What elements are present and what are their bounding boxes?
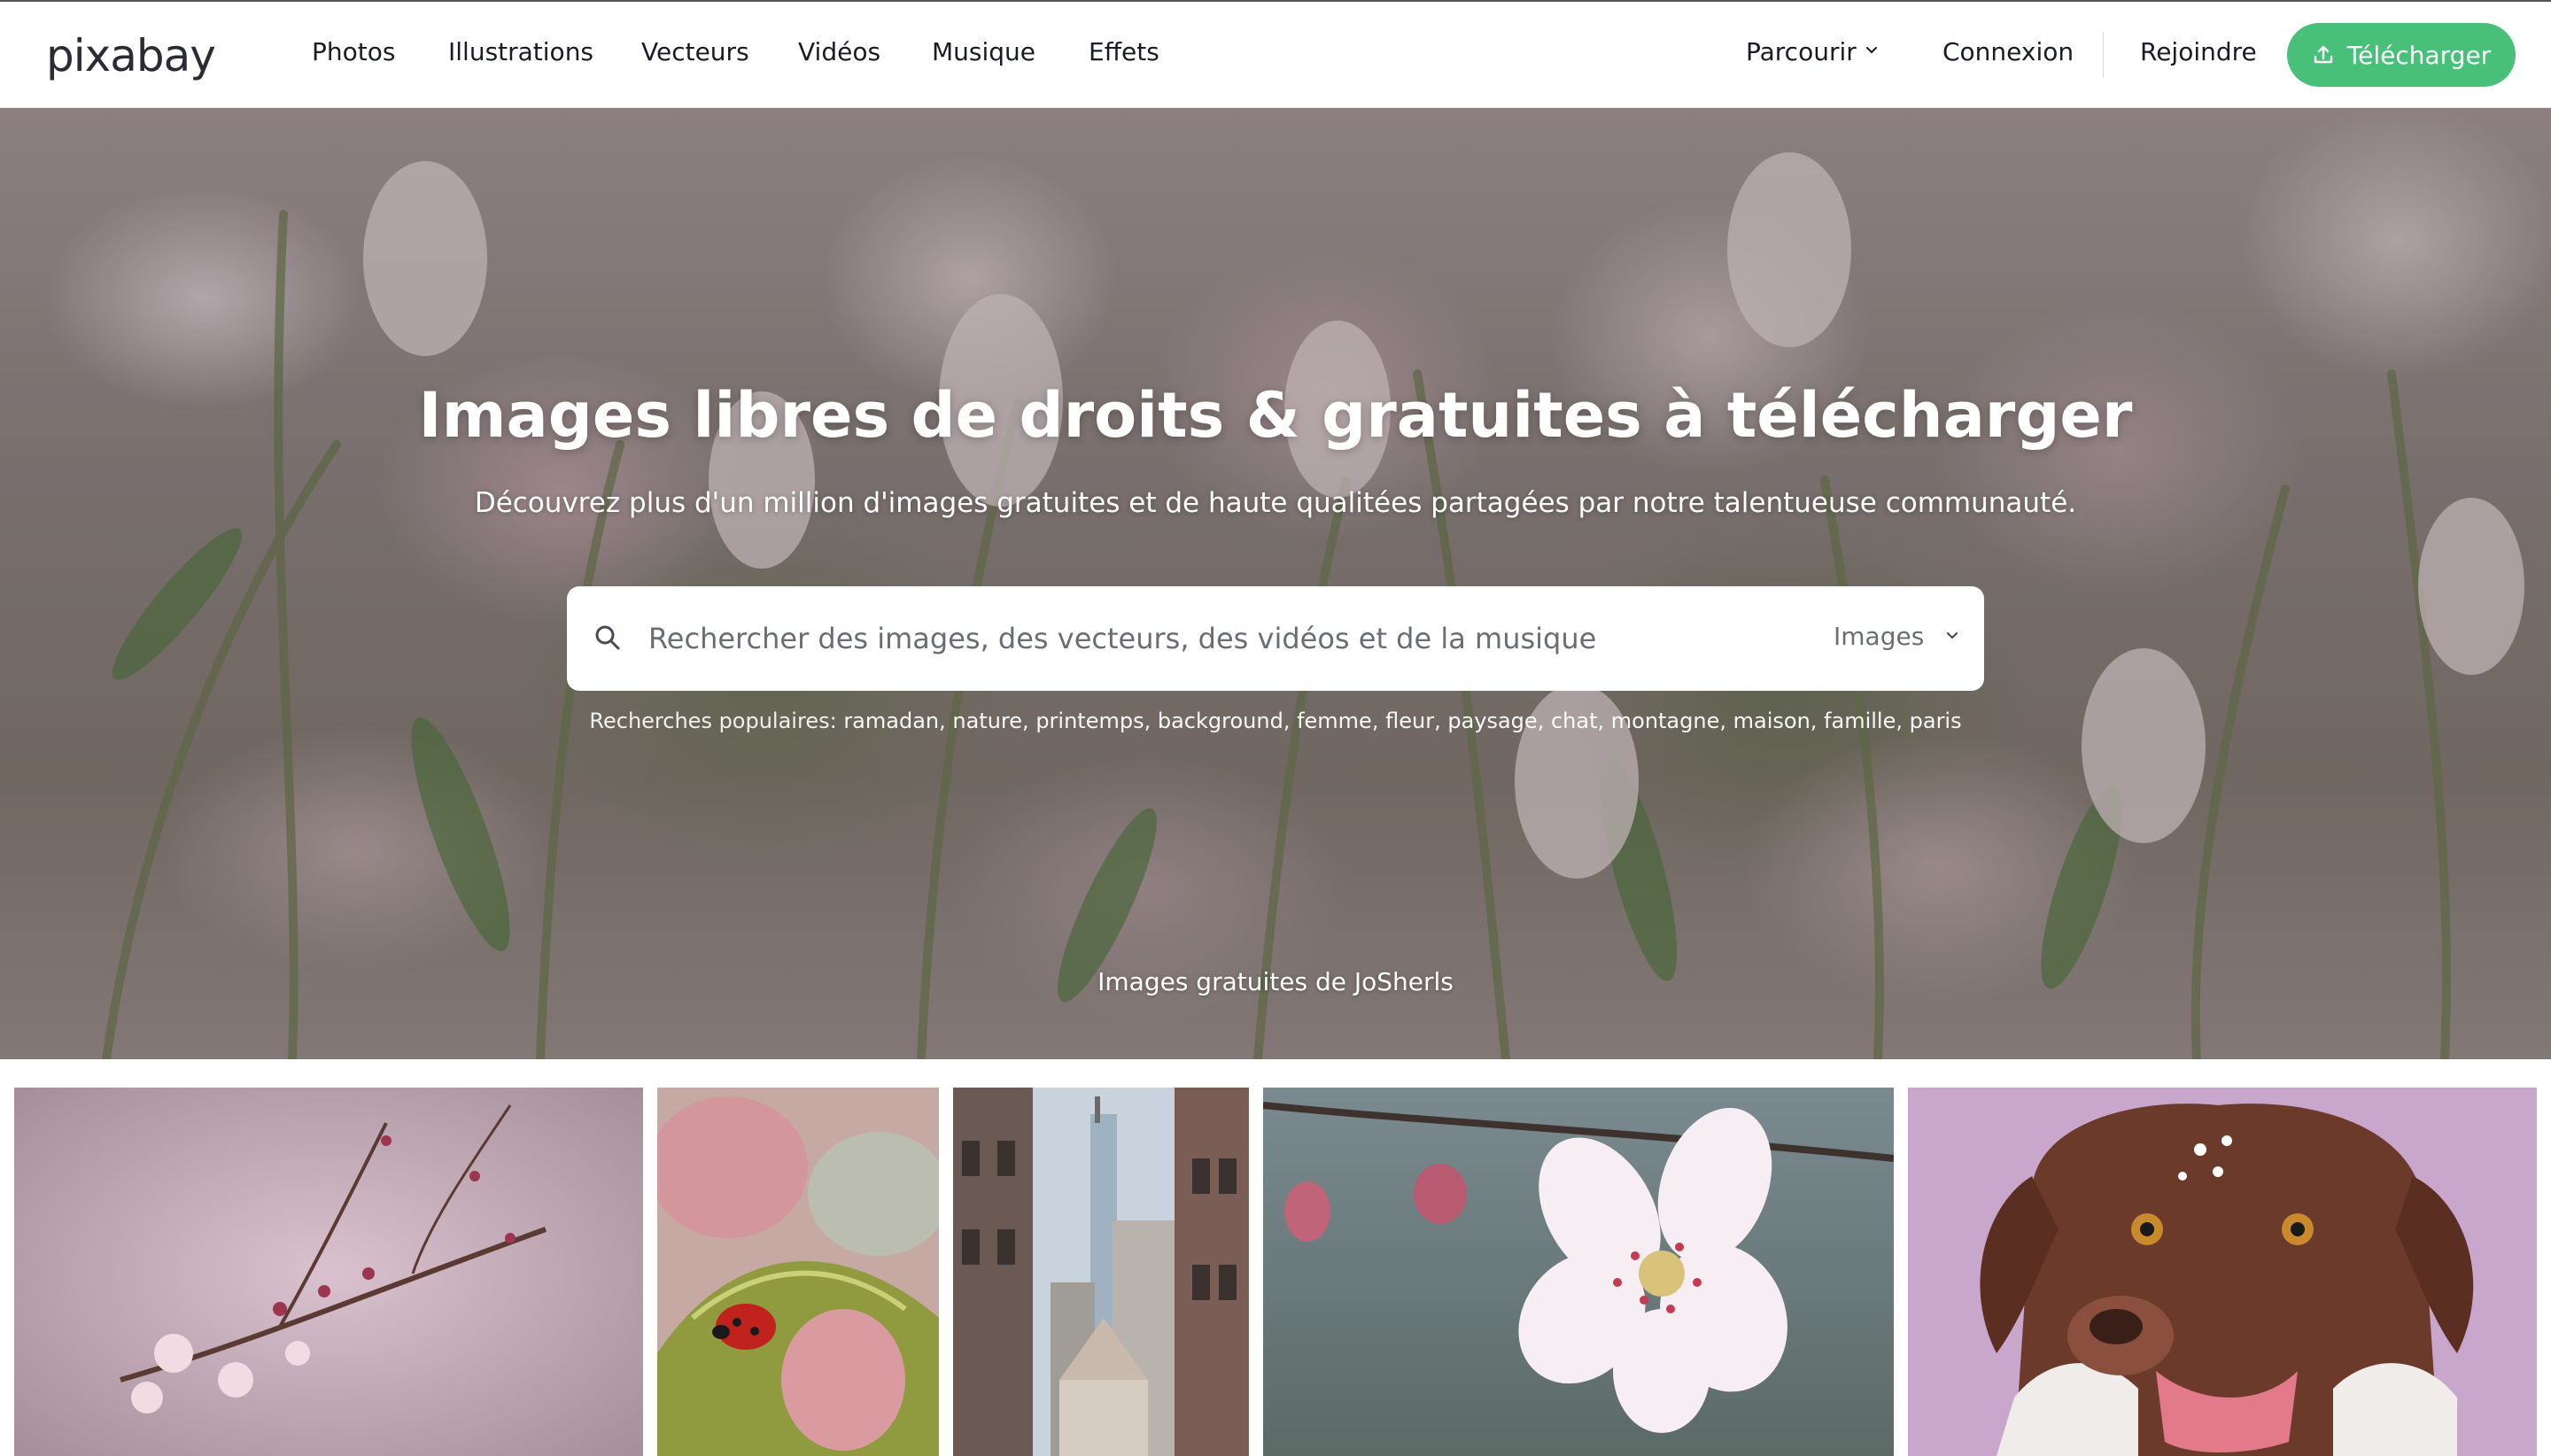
- header-divider: [2103, 32, 2104, 78]
- hero-subtitle: Découvrez plus d'un million d'images gra…: [474, 487, 2077, 519]
- hero-banner: Images libres de droits & gratuites à té…: [0, 108, 2551, 1059]
- hero-title: Images libres de droits & gratuites à té…: [418, 379, 2133, 452]
- nav-vecteurs[interactable]: Vecteurs: [641, 37, 749, 66]
- blossom-branch-photo: [14, 1088, 643, 1456]
- popular-searches: Recherches populaires: ramadan, nature, …: [589, 709, 1962, 733]
- pixabay-logo[interactable]: pixabay: [46, 30, 216, 81]
- nav-effets[interactable]: Effets: [1089, 37, 1159, 66]
- popular-tag[interactable]: printemps: [1035, 709, 1144, 733]
- gallery-image[interactable]: [657, 1088, 939, 1456]
- join-link[interactable]: Rejoindre: [2140, 37, 2257, 66]
- popular-tag[interactable]: montagne: [1611, 709, 1720, 733]
- popular-tag[interactable]: fleur: [1385, 709, 1434, 733]
- nav-illustrations[interactable]: Illustrations: [448, 37, 593, 66]
- ladybug-photo: [657, 1088, 939, 1456]
- gallery-image[interactable]: [953, 1088, 1249, 1456]
- popular-tag[interactable]: famille: [1824, 709, 1896, 733]
- search-icon[interactable]: [593, 623, 622, 652]
- popular-tag[interactable]: ramadan: [843, 709, 939, 733]
- search-input[interactable]: [648, 608, 1800, 670]
- browse-menu[interactable]: Parcourir: [1746, 37, 1857, 66]
- popular-tag[interactable]: paris: [1910, 709, 1962, 733]
- city-street-photo: [953, 1088, 1249, 1456]
- hero-image-credit[interactable]: Images gratuites de JoSherls: [0, 967, 2551, 996]
- hero-overlay: [0, 108, 2551, 1059]
- nav-videos[interactable]: Vidéos: [798, 37, 880, 66]
- chevron-down-icon[interactable]: [1865, 44, 1878, 57]
- popular-searches-label: Recherches populaires:: [589, 709, 837, 733]
- popular-tag[interactable]: nature: [952, 709, 1022, 733]
- upload-button[interactable]: Télécharger: [2287, 23, 2516, 87]
- dog-portrait-photo: [1908, 1088, 2537, 1456]
- login-link[interactable]: Connexion: [1942, 37, 2074, 66]
- gallery-image[interactable]: [1908, 1088, 2537, 1456]
- chevron-down-icon[interactable]: [1945, 629, 1959, 643]
- upload-icon: [2314, 45, 2332, 64]
- popular-tag[interactable]: maison: [1733, 709, 1811, 733]
- nav-musique[interactable]: Musique: [932, 37, 1035, 66]
- search-type-select[interactable]: Images: [1834, 622, 1924, 651]
- popular-tag[interactable]: femme: [1297, 709, 1372, 733]
- gallery-image[interactable]: [14, 1088, 643, 1456]
- image-gallery: [0, 1088, 2551, 1456]
- upload-button-label: Télécharger: [2346, 40, 2492, 70]
- nav-photos[interactable]: Photos: [312, 37, 395, 66]
- gallery-image[interactable]: [1263, 1088, 1894, 1456]
- site-header: pixabay Photos Illustrations Vecteurs Vi…: [0, 0, 2551, 108]
- blossom-closeup-photo: [1263, 1088, 1894, 1456]
- search-bar: Images: [567, 586, 1984, 691]
- popular-tag[interactable]: paysage: [1447, 709, 1537, 733]
- popular-tag[interactable]: chat: [1551, 709, 1598, 733]
- popular-tag[interactable]: background: [1158, 709, 1283, 733]
